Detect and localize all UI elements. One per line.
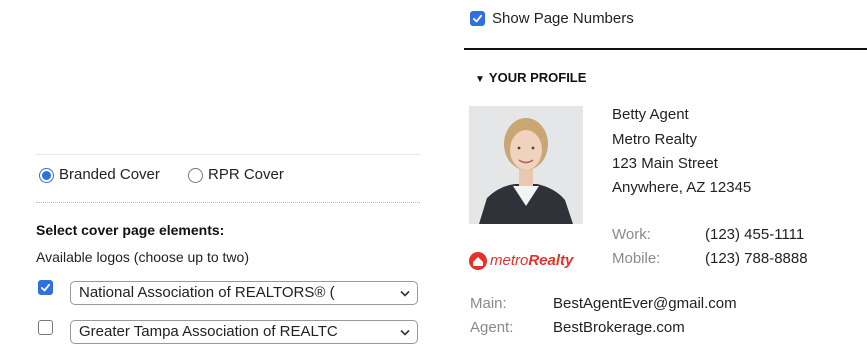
agent-photo [469, 106, 583, 224]
logos-hint: Available logos (choose up to two) [36, 249, 249, 265]
checkmark-icon [472, 14, 483, 23]
mobile-phone: (123) 788-8888 [705, 250, 808, 267]
mobile-label: Mobile: [612, 250, 661, 267]
agent-label: Agent: [470, 319, 514, 336]
logo-select-1-value: National Association of REALTORS® ( [79, 284, 335, 301]
main-label: Main: [470, 295, 507, 312]
show-page-numbers-checkbox[interactable] [470, 11, 485, 26]
your-profile-toggle[interactable]: ▼ YOUR PROFILE [475, 70, 586, 85]
section-divider [464, 48, 867, 50]
work-phone: (123) 455-1111 [705, 226, 805, 243]
checkmark-icon [40, 283, 51, 292]
agent-company: Metro Realty [612, 131, 698, 148]
rpr-cover-radio[interactable] [188, 168, 203, 183]
main-email: BestAgentEver@gmail.com [553, 295, 737, 312]
house-logo-icon [469, 252, 487, 270]
logo-option-checkbox[interactable] [38, 280, 53, 295]
agent-city-state-zip: Anywhere, AZ 12345 [612, 179, 752, 196]
logo-text-realty: Realty [528, 252, 574, 269]
logo-select-2[interactable]: Greater Tampa Association of REALTC [70, 320, 418, 344]
branded-cover-label: Branded Cover [59, 166, 160, 183]
agent-street: 123 Main Street [612, 155, 718, 172]
rpr-cover-label: RPR Cover [208, 166, 284, 183]
cover-elements-heading: Select cover page elements: [36, 222, 225, 238]
cover-top-border [36, 154, 420, 155]
logo-text-metro: metro [490, 252, 529, 269]
logo-option-checkbox[interactable] [38, 320, 53, 335]
agent-website: BestBrokerage.com [553, 319, 685, 336]
triangle-down-icon: ▼ [475, 74, 485, 85]
chevron-down-icon [398, 282, 412, 304]
branded-cover-radio[interactable] [39, 168, 54, 183]
logo-select-1[interactable]: National Association of REALTORS® ( [70, 281, 418, 305]
agent-name: Betty Agent [612, 106, 689, 123]
show-page-numbers-label: Show Page Numbers [492, 10, 634, 27]
dotted-divider [36, 202, 420, 203]
profile-section-title: YOUR PROFILE [488, 70, 587, 85]
chevron-down-icon [398, 321, 412, 343]
work-label: Work: [612, 226, 651, 243]
brokerage-logo: metroRealty [468, 250, 593, 272]
logo-select-2-value: Greater Tampa Association of REALTC [79, 323, 338, 340]
